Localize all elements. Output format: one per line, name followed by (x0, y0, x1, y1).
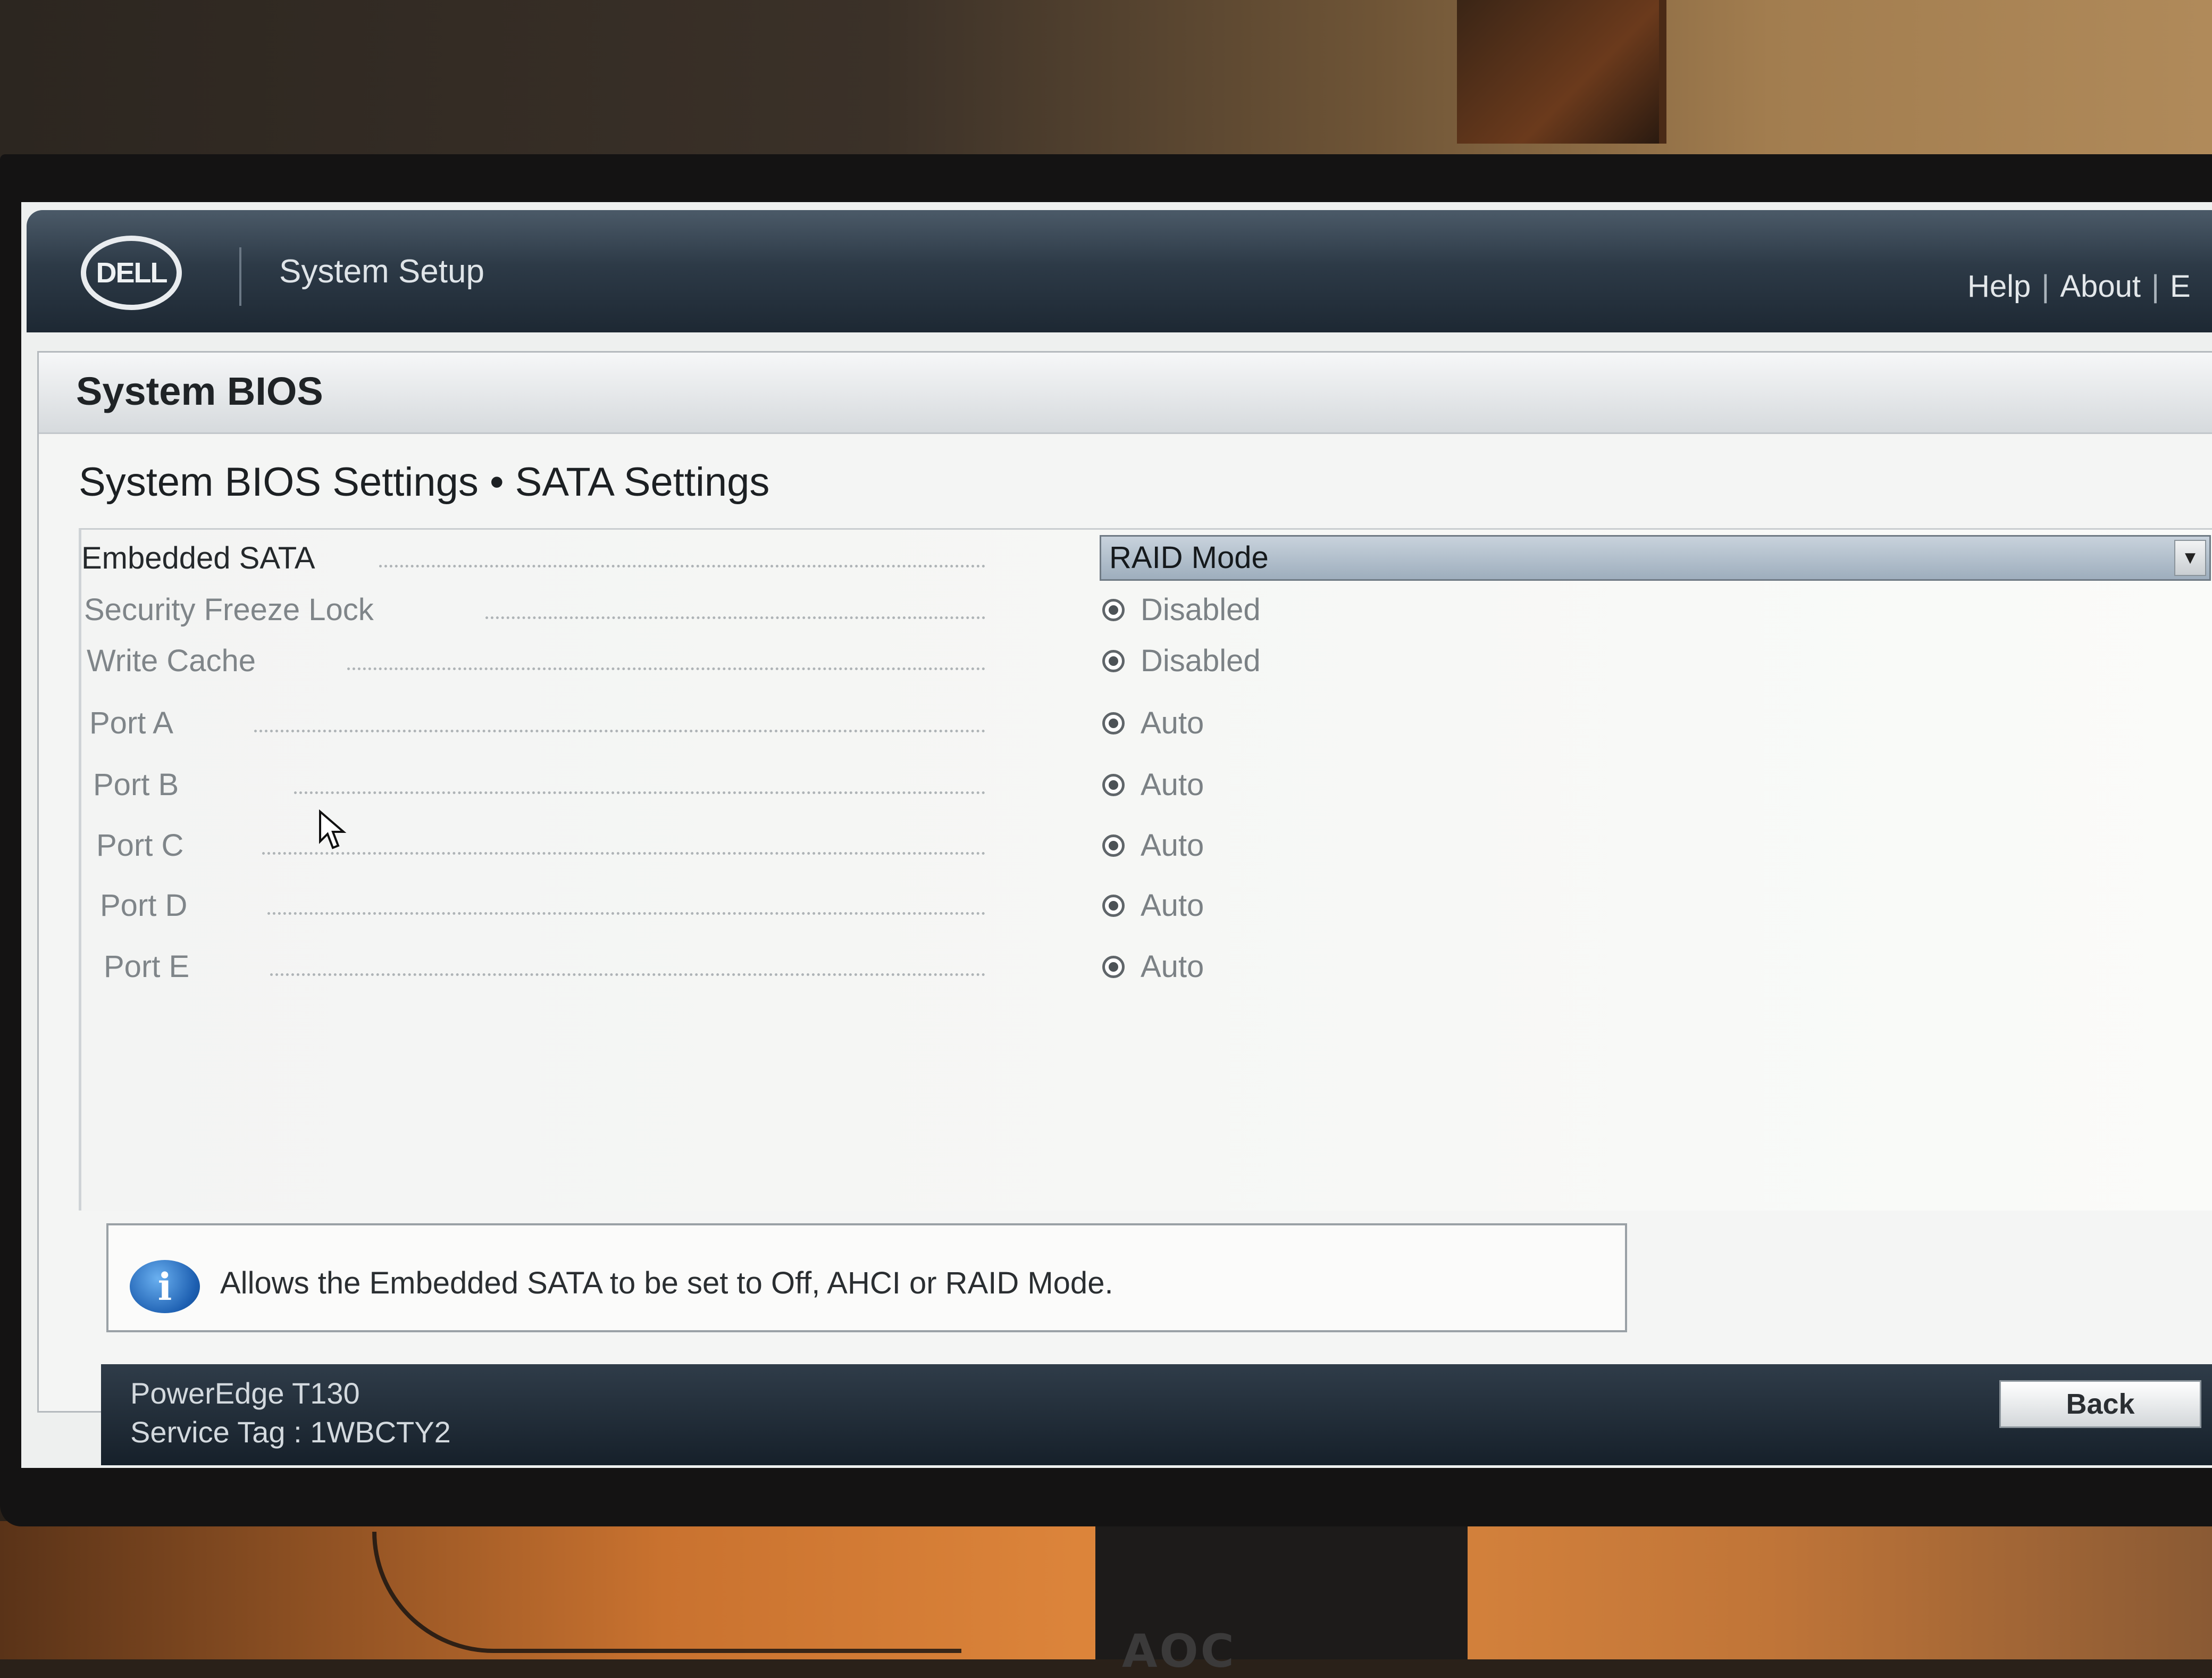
link-separator: | (2151, 269, 2160, 304)
dotted-leader (379, 565, 985, 567)
radio-selected-icon[interactable] (1102, 955, 1125, 978)
radio-label: Disabled (1141, 592, 1261, 627)
setting-label: Write Cache (87, 644, 256, 678)
link-separator: | (2041, 269, 2050, 304)
wall-picture-frame (1457, 0, 1666, 144)
dotted-leader (270, 973, 985, 976)
setting-value[interactable]: Auto (1102, 767, 1204, 803)
radio-label: Disabled (1141, 644, 1261, 678)
setting-row-security-freeze-lock[interactable]: Security Freeze Lock Disabled (81, 592, 2203, 640)
setting-row-port-e[interactable]: Port E Auto (81, 949, 2203, 997)
radio-selected-icon[interactable] (1102, 649, 1125, 672)
service-tag: Service Tag : 1WBCTY2 (130, 1415, 451, 1449)
chevron-down-icon[interactable]: ▼ (2174, 540, 2206, 576)
setting-label: Port D (100, 888, 188, 923)
embedded-sata-select[interactable]: RAID Mode ▼ (1100, 535, 2211, 581)
setting-label: Port C (96, 828, 184, 863)
dell-logo: DELL (81, 236, 182, 310)
dotted-leader (347, 667, 985, 670)
radio-label: Auto (1141, 888, 1204, 923)
exit-link[interactable]: E (2170, 269, 2191, 304)
setting-row-port-a[interactable]: Port A Auto (81, 705, 2203, 753)
section-bar: System BIOS (39, 353, 2212, 434)
setting-label: Port E (104, 949, 190, 984)
setting-row-port-c[interactable]: Port C Auto (81, 828, 2203, 875)
dotted-leader (267, 912, 985, 915)
setting-row-embedded-sata[interactable]: Embedded SATA RAID Mode ▼ (81, 535, 2211, 588)
setting-value[interactable]: Auto (1102, 888, 1204, 923)
setting-label: Security Freeze Lock (84, 592, 374, 627)
setting-label: Embedded SATA (81, 541, 315, 575)
radio-label: Auto (1141, 767, 1204, 802)
about-link[interactable]: About (2060, 269, 2141, 304)
radio-label: Auto (1141, 949, 1204, 984)
bios-screen: DELL System Setup Help | About | E System BI… (21, 202, 2212, 1468)
setting-row-write-cache[interactable]: Write Cache Disabled (81, 643, 2203, 691)
radio-selected-icon[interactable] (1102, 834, 1125, 857)
dotted-leader (262, 852, 985, 855)
app-title: System Setup (279, 253, 484, 290)
setting-label: Port A (89, 706, 173, 740)
header-bar: DELL System Setup Help | About | E (27, 210, 2212, 332)
radio-selected-icon[interactable] (1102, 894, 1125, 917)
radio-selected-icon[interactable] (1102, 712, 1125, 734)
footer-bar: PowerEdge T130 Service Tag : 1WBCTY2 Bac… (101, 1364, 2212, 1465)
header-links: Help | About | E (1962, 269, 2196, 304)
dotted-leader (254, 730, 985, 732)
settings-panel: Embedded SATA RAID Mode ▼ Security Freez… (79, 528, 2212, 1211)
setting-label: Port B (93, 767, 179, 802)
setting-value[interactable]: Auto (1102, 828, 1204, 863)
setting-row-port-d[interactable]: Port D Auto (81, 888, 2203, 936)
header-divider (239, 247, 241, 306)
section-title: System BIOS (76, 369, 323, 413)
page-title: System BIOS Settings • SATA Settings (79, 460, 770, 505)
background-wall (0, 0, 2212, 176)
setting-row-port-b[interactable]: Port B Auto (81, 767, 2203, 849)
back-button[interactable]: Back (1999, 1380, 2201, 1428)
radio-label: Auto (1141, 828, 1204, 863)
setting-value[interactable]: Disabled (1102, 643, 1261, 679)
select-value: RAID Mode (1109, 540, 1269, 575)
help-text: Allows the Embedded SATA to be set to Of… (220, 1266, 1113, 1300)
help-link[interactable]: Help (1967, 269, 2031, 304)
setting-value[interactable]: Auto (1102, 949, 1204, 984)
radio-label: Auto (1141, 706, 1204, 740)
radio-selected-icon[interactable] (1102, 773, 1125, 796)
radio-selected-icon[interactable] (1102, 598, 1125, 621)
setting-value[interactable]: Auto (1102, 705, 1204, 741)
setting-value[interactable]: Disabled (1102, 592, 1261, 628)
system-model: PowerEdge T130 (130, 1376, 360, 1410)
dotted-leader (294, 791, 985, 794)
help-text-box: i Allows the Embedded SATA to be set to … (106, 1223, 1627, 1332)
dotted-leader (485, 616, 985, 619)
monitor-cable (372, 1532, 961, 1653)
monitor-brand-logo: AOC (1122, 1625, 1236, 1678)
info-icon: i (130, 1260, 200, 1313)
